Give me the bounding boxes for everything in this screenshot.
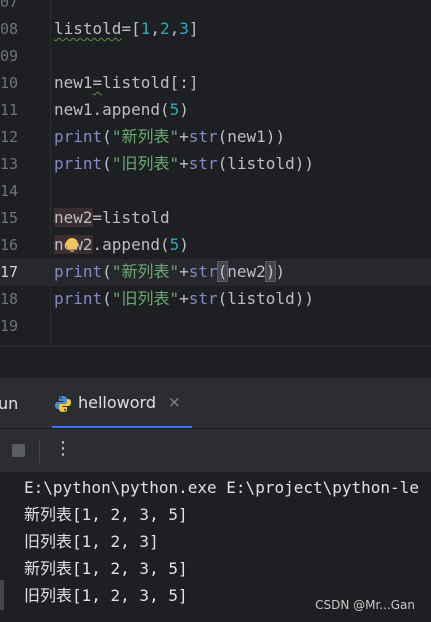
code-line[interactable]: 10 new1=listold[:] — [0, 70, 431, 97]
code-editor[interactable]: 07 08 listold=[1,2,3] 09 10 new1=listold… — [0, 0, 431, 346]
line-number: 19 — [0, 317, 19, 335]
code-text: new1=listold[:] — [54, 73, 199, 92]
console-line: E:\python\python.exe E:\project\python-l… — [24, 478, 419, 497]
line-number: 10 — [0, 74, 19, 92]
code-line[interactable]: 11 new1.append(5) — [0, 97, 431, 124]
console-line: 旧列表[1, 2, 3] — [24, 532, 159, 551]
code-text: new1.append(5) — [54, 100, 189, 119]
code-text: new2=listold — [54, 208, 170, 227]
run-label[interactable]: un — [0, 394, 18, 413]
line-number: 15 — [0, 209, 19, 227]
code-line[interactable]: 14 — [0, 178, 431, 205]
code-line[interactable]: 15 new2=listold — [0, 205, 431, 232]
line-number: 13 — [0, 155, 19, 173]
line-number: 17 — [0, 263, 19, 281]
line-number: 08 — [0, 20, 19, 38]
code-text: print("旧列表"+str(listold)) — [54, 154, 314, 173]
run-tool-window-header: un helloword × — [0, 378, 431, 428]
code-text: listold=[1,2,3] — [54, 19, 199, 38]
line-number: 16 — [0, 236, 19, 254]
line-number: 09 — [0, 47, 19, 65]
more-options-icon[interactable]: ⋮ — [54, 438, 72, 459]
tab-label: helloword — [78, 393, 156, 412]
code-line[interactable]: 09 — [0, 43, 431, 70]
code-line[interactable]: 16 new2.append(5) — [0, 232, 431, 259]
line-number: 12 — [0, 128, 19, 146]
code-line[interactable]: 12 print("新列表"+str(new1)) — [0, 124, 431, 151]
line-number: 18 — [0, 290, 19, 308]
line-number: 07 — [0, 0, 19, 11]
lightbulb-icon[interactable] — [66, 238, 78, 252]
code-line[interactable]: 13 print("旧列表"+str(listold)) — [0, 151, 431, 178]
code-text: print("旧列表"+str(listold)) — [54, 289, 314, 308]
toolbar-separator — [39, 439, 40, 463]
line-number: 11 — [0, 101, 19, 119]
console-line: 新列表[1, 2, 3, 5] — [24, 559, 188, 578]
code-line[interactable]: 18 print("旧列表"+str(listold)) — [0, 286, 431, 313]
tab-helloword[interactable]: helloword × — [52, 378, 192, 428]
code-line-current[interactable]: 17 print("新列表"+str(new2)) — [0, 259, 431, 286]
console-line: 旧列表[1, 2, 3, 5] — [24, 586, 188, 605]
code-text: print("新列表"+str(new1)) — [54, 127, 286, 146]
line-number: 14 — [0, 182, 19, 200]
code-line[interactable]: 19 — [0, 313, 431, 340]
close-icon[interactable]: × — [168, 393, 181, 411]
run-toolbar: ⋮ — [0, 428, 431, 473]
console-line: 新列表[1, 2, 3, 5] — [24, 505, 188, 524]
console-scroll-marker — [0, 580, 4, 610]
panel-divider[interactable] — [0, 346, 431, 377]
stop-icon[interactable] — [12, 444, 25, 457]
code-line[interactable]: 07 — [0, 0, 431, 16]
code-text: print("新列表"+str(new2)) — [54, 261, 286, 282]
code-line[interactable]: 08 listold=[1,2,3] — [0, 16, 431, 43]
watermark: CSDN @Mr...Gan — [315, 598, 415, 612]
python-icon — [55, 396, 71, 412]
